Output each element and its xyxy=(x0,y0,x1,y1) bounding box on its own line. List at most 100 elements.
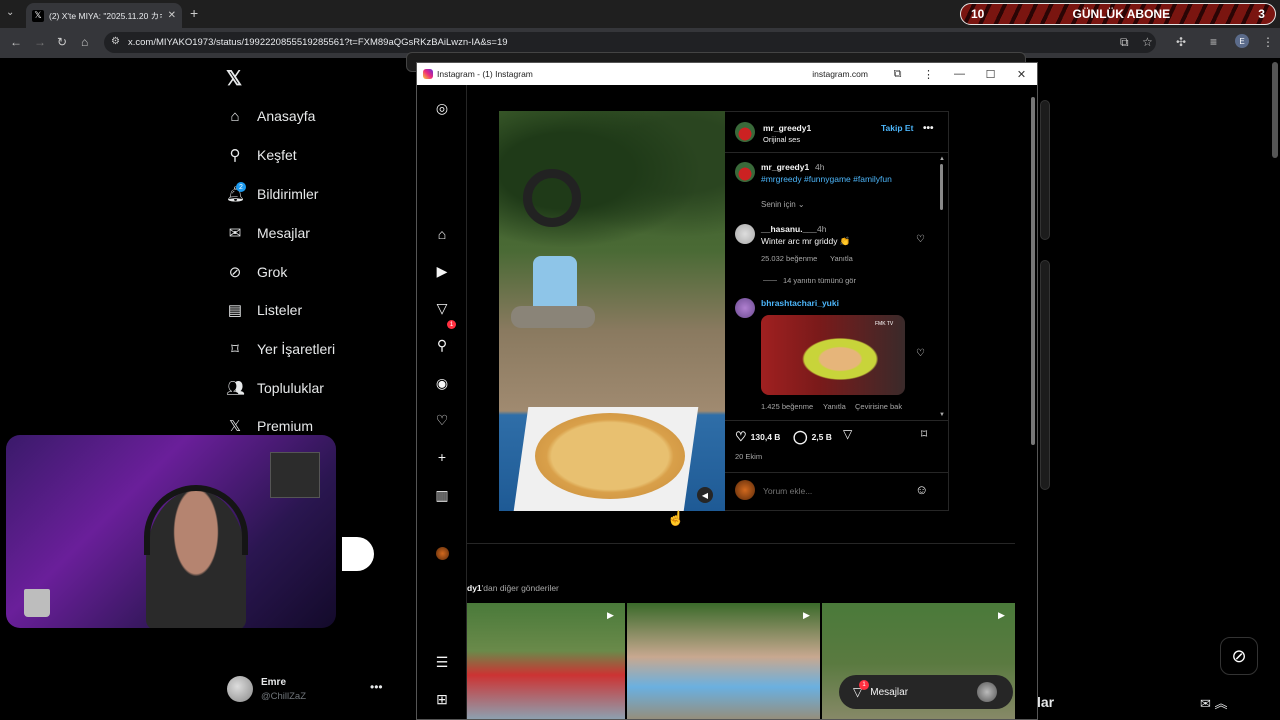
divider xyxy=(725,152,949,153)
comment-like-icon[interactable]: ♡ xyxy=(916,348,925,359)
comments-scrollbar[interactable] xyxy=(940,164,943,210)
more-posts-user[interactable]: dy1 xyxy=(467,583,482,593)
instagram-logo-icon[interactable]: ◎ xyxy=(433,99,451,117)
page-scrollbar[interactable] xyxy=(1272,62,1278,158)
caption-time: 4h xyxy=(815,162,825,172)
window-scrollbar[interactable] xyxy=(1031,97,1035,445)
home-button-icon[interactable]: ⌂ xyxy=(81,35,88,49)
reading-list-icon[interactable]: ≡ xyxy=(1210,35,1217,49)
messages-avatar[interactable] xyxy=(977,682,997,702)
nav-item-explore[interactable]: ⚲ Keşfet xyxy=(226,143,297,167)
window-menu-icon[interactable]: ⋮ xyxy=(913,68,944,81)
post-thumbnail[interactable]: ▶ xyxy=(627,603,820,719)
nav-item-communities[interactable]: 👥︎ Topluluklar xyxy=(226,376,324,400)
audio-label[interactable]: Orijinal ses xyxy=(763,135,800,144)
hashtags-text[interactable]: #mrgreedy #funnygame #familyfun xyxy=(761,174,892,184)
like-button[interactable]: ♡ 130,4 B xyxy=(735,429,780,445)
communities-icon: 👥︎ xyxy=(226,380,246,397)
dashboard-icon[interactable]: ▥ xyxy=(433,486,451,504)
account-menu-icon[interactable]: ••• xyxy=(370,680,383,694)
explore-icon[interactable]: ◉ xyxy=(433,374,451,392)
reel-icon: ▶ xyxy=(607,610,614,620)
new-tab-button[interactable]: + xyxy=(190,5,198,21)
post-side-panel: mr_greedy1 Orijinal ses Takip Et ••• mr_… xyxy=(725,111,949,511)
browser-tab[interactable]: 𝕏 (2) X'te MIYA: "2025.11.20 カキフ ✕ xyxy=(26,3,182,28)
mute-icon[interactable]: ◀ xyxy=(697,487,713,503)
comment-reply-button[interactable]: Yanıtla xyxy=(823,402,846,411)
window-domain: instagram.com xyxy=(812,69,868,79)
maximize-icon[interactable]: ☐ xyxy=(975,68,1006,81)
notification-badge: 2 xyxy=(236,182,246,192)
pizza-shape xyxy=(535,413,685,499)
nav-item-messages[interactable]: ✉ Mesajlar xyxy=(226,221,310,245)
comment-username[interactable]: bhrashtachari_yuki xyxy=(761,298,839,308)
apps-icon[interactable]: ⊞ xyxy=(433,690,451,708)
comment-gif[interactable]: FMK TV xyxy=(761,315,905,395)
comment-avatar[interactable] xyxy=(735,224,755,244)
comment-like-icon[interactable]: ♡ xyxy=(916,234,925,245)
reels-icon[interactable]: ▶ xyxy=(433,262,451,280)
tab-search-icon[interactable]: ⌄ xyxy=(6,7,14,18)
browser-menu-icon[interactable]: ⋮ xyxy=(1262,35,1274,49)
comment-likes[interactable]: 25.032 beğenme xyxy=(761,254,817,263)
url-input[interactable]: x.com/MIYAKO1973/status/1992220855519285… xyxy=(104,32,1156,53)
save-icon[interactable]: ⌑ xyxy=(921,427,927,441)
add-comment-input[interactable]: Yorum ekle... xyxy=(763,486,812,496)
forward-icon[interactable]: → xyxy=(34,35,46,49)
direct-icon[interactable]: ▽ xyxy=(433,299,451,317)
nav-label: Listeler xyxy=(257,302,303,318)
follow-button[interactable]: Takip Et xyxy=(881,123,913,133)
comment-avatar[interactable] xyxy=(735,298,755,318)
user-avatar[interactable] xyxy=(227,676,253,702)
x-messages-drawer-label[interactable]: lar xyxy=(1037,694,1054,710)
author-username[interactable]: mr_greedy1 xyxy=(763,123,811,133)
emoji-icon[interactable]: ☺ xyxy=(915,482,928,497)
close-window-icon[interactable]: ✕ xyxy=(1006,68,1037,81)
extensions-icon[interactable]: ✣ xyxy=(1176,35,1186,49)
view-replies-button[interactable]: 14 yanıtın tümünü gör xyxy=(783,276,856,285)
scroll-down-icon[interactable]: ▼ xyxy=(939,412,945,418)
create-icon[interactable]: + xyxy=(433,448,451,466)
reload-icon[interactable]: ↻ xyxy=(57,35,67,49)
post-thumbnail[interactable]: ▶ xyxy=(467,603,625,719)
minimize-icon[interactable]: — xyxy=(944,68,975,80)
share-icon[interactable]: ▽ xyxy=(843,427,852,441)
menu-icon[interactable]: ☰ xyxy=(433,653,451,671)
user-handle: @ChillZaZ xyxy=(261,691,307,702)
caption-username[interactable]: mr_greedy1 xyxy=(761,162,809,172)
bookmark-star-icon[interactable]: ☆ xyxy=(1142,35,1153,49)
comment-username[interactable]: __hasanu.___ xyxy=(761,224,817,234)
comment-button[interactable]: ◯ 2,5 B xyxy=(793,429,832,445)
translate-button[interactable]: Çevirisine bak xyxy=(855,402,902,411)
x-logo-icon[interactable]: 𝕏 xyxy=(226,66,242,91)
site-info-icon[interactable]: ⚙ xyxy=(111,36,120,47)
nav-item-bookmarks[interactable]: ⌑ Yer İşaretleri xyxy=(226,337,335,361)
post-more-icon[interactable]: ••• xyxy=(923,123,934,134)
grok-float-icon[interactable]: ⊘ xyxy=(1220,637,1258,675)
home-icon[interactable]: ⌂ xyxy=(433,225,451,243)
author-avatar[interactable] xyxy=(735,122,755,142)
back-icon[interactable]: ← xyxy=(10,35,22,49)
heart-icon[interactable]: ♡ xyxy=(433,411,451,429)
comment-likes[interactable]: 1.425 beğenme xyxy=(761,402,813,411)
tab-close-icon[interactable]: ✕ xyxy=(168,10,176,21)
profile-avatar[interactable] xyxy=(436,547,449,560)
user-name: Emre xyxy=(261,677,287,688)
search-icon[interactable]: ⚲ xyxy=(433,336,451,354)
comment-reply-button[interactable]: Yanıtla xyxy=(830,254,853,263)
caption-avatar[interactable] xyxy=(735,162,755,182)
cast-icon[interactable]: ⧉ xyxy=(1120,35,1129,50)
extension-icon[interactable]: ⧉ xyxy=(882,68,913,81)
home-icon: ⌂ xyxy=(230,107,240,125)
comment-sort-dropdown[interactable]: Senin için ⌄ xyxy=(761,200,805,209)
drawer-expand-icon[interactable]: ✉ ︽ xyxy=(1200,693,1228,712)
scroll-up-icon[interactable]: ▲ xyxy=(939,156,945,162)
nav-item-home[interactable]: ⌂ Anasayfa xyxy=(226,104,315,128)
instagram-favicon-icon xyxy=(423,69,433,79)
instagram-window: Instagram - (1) Instagram instagram.com … xyxy=(416,62,1038,720)
nav-item-lists[interactable]: ▤ Listeler xyxy=(226,298,302,322)
profile-avatar[interactable]: E xyxy=(1235,34,1249,48)
post-video[interactable]: ◀ xyxy=(499,111,725,511)
tire-shape xyxy=(523,169,581,227)
nav-item-grok[interactable]: ⊘ Grok xyxy=(226,260,288,284)
